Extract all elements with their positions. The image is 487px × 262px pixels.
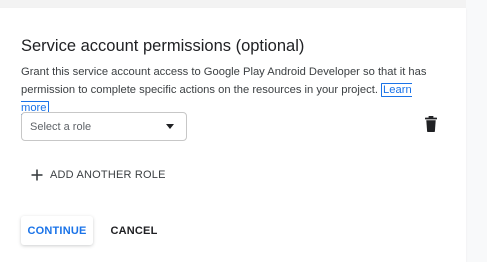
- role-select-placeholder: Select a role: [30, 120, 92, 133]
- cancel-button[interactable]: CANCEL: [109, 216, 159, 245]
- add-another-role-label: ADD ANOTHER ROLE: [50, 169, 166, 181]
- page-right-background: [466, 0, 487, 262]
- trash-icon[interactable]: [424, 116, 438, 132]
- section-title: Service account permissions (optional): [21, 37, 305, 55]
- description-text: Grant this service account access to Goo…: [21, 66, 427, 96]
- arrow-drop-down-icon: [166, 124, 174, 129]
- section-description: Grant this service account access to Goo…: [21, 63, 441, 117]
- continue-button[interactable]: CONTINUE: [21, 216, 93, 245]
- role-select[interactable]: Select a role: [21, 112, 187, 141]
- permissions-card: Service account permissions (optional) G…: [0, 8, 466, 262]
- plus-icon: [31, 169, 43, 181]
- page-top-background: [0, 0, 487, 8]
- add-another-role-button[interactable]: ADD ANOTHER ROLE: [30, 164, 166, 186]
